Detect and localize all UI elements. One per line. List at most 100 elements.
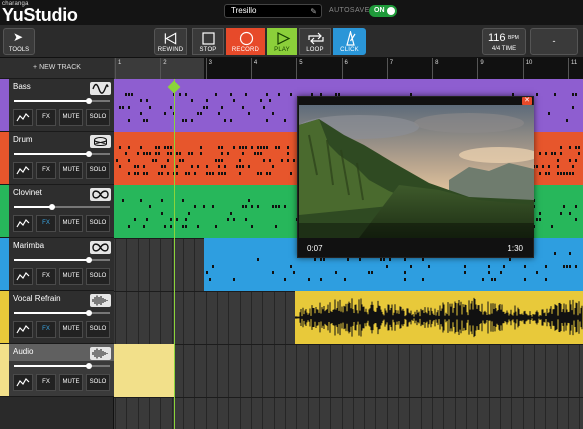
mute-button[interactable]: MUTE xyxy=(59,215,83,232)
loop-icon[interactable] xyxy=(90,188,111,201)
video-frame[interactable] xyxy=(299,105,534,238)
volume-slider[interactable] xyxy=(14,151,110,157)
volume-slider[interactable] xyxy=(14,98,110,104)
close-video-button[interactable]: ✕ xyxy=(522,97,532,105)
cursor-icon: ➤ xyxy=(13,30,24,44)
bar-ruler[interactable]: 1 2 3 4 5 6 7 8 9 10 11 xyxy=(114,58,583,79)
automation-button[interactable] xyxy=(13,321,33,338)
record-button[interactable]: RECORD xyxy=(226,28,265,55)
stop-button[interactable]: STOP xyxy=(192,28,224,55)
volume-slider[interactable] xyxy=(14,204,110,210)
track-row[interactable]: Audio FX MUTE SOLO xyxy=(0,344,114,397)
bar-marker xyxy=(568,58,569,79)
audio-wave-icon[interactable] xyxy=(90,294,111,307)
automation-button[interactable] xyxy=(13,109,33,126)
automation-button[interactable] xyxy=(13,215,33,232)
track-color-strip xyxy=(0,238,9,290)
bar-marker xyxy=(115,58,116,79)
autosave-label: AUTOSAVE xyxy=(329,7,370,14)
fx-button[interactable]: FX xyxy=(36,374,56,391)
loop-icon[interactable] xyxy=(90,241,111,254)
automation-button[interactable] xyxy=(13,268,33,285)
track-name[interactable]: Vocal Refrain xyxy=(13,294,61,303)
track-color-strip xyxy=(0,185,9,237)
loop-label: LOOP xyxy=(306,47,324,53)
loop-icon xyxy=(308,32,324,45)
drum-icon[interactable] xyxy=(90,135,111,148)
bar-number: 10 xyxy=(525,60,533,66)
key-selector[interactable]: - xyxy=(530,28,578,55)
waveform-synth-icon[interactable] xyxy=(90,82,111,95)
solo-button[interactable]: SOLO xyxy=(86,374,110,391)
solo-button[interactable]: SOLO xyxy=(86,109,110,126)
bar-marker xyxy=(386,58,388,79)
volume-slider[interactable] xyxy=(14,257,110,263)
volume-slider[interactable] xyxy=(14,310,110,316)
project-title-field[interactable]: Tresillo ✎ xyxy=(224,4,322,18)
mute-button[interactable]: MUTE xyxy=(59,321,83,338)
track-color-strip xyxy=(0,79,9,131)
video-player-popup[interactable]: ✕ 0:07 1:30 xyxy=(297,96,534,258)
track-row[interactable]: Marimba FX MUTE SOLO xyxy=(0,238,114,291)
tempo-display[interactable]: 116 BPM 4/4 TIME xyxy=(482,28,526,55)
bar-marker xyxy=(522,58,524,79)
track-name[interactable]: Audio xyxy=(13,347,33,356)
rewind-button[interactable]: REWIND xyxy=(154,28,187,55)
autosave-toggle[interactable]: ON xyxy=(369,5,397,17)
track-name[interactable]: Clovinet xyxy=(13,188,42,197)
volume-knob[interactable] xyxy=(85,310,92,316)
key-value: - xyxy=(552,36,556,46)
bar-number: 8 xyxy=(435,60,439,66)
fx-button[interactable]: FX xyxy=(36,268,56,285)
project-title: Tresillo xyxy=(231,6,257,15)
lane-divider xyxy=(114,397,583,398)
volume-knob[interactable] xyxy=(85,98,92,104)
solo-button[interactable]: SOLO xyxy=(86,162,110,179)
mute-button[interactable]: MUTE xyxy=(59,374,83,391)
automation-button[interactable] xyxy=(13,374,33,391)
volume-knob[interactable] xyxy=(85,257,92,263)
mute-button[interactable]: MUTE xyxy=(59,162,83,179)
mute-button[interactable]: MUTE xyxy=(59,268,83,285)
solo-button[interactable]: SOLO xyxy=(86,321,110,338)
new-track-button[interactable]: + NEW TRACK xyxy=(0,58,114,79)
track-row[interactable]: Clovinet FX MUTE SOLO xyxy=(0,185,114,238)
fx-button[interactable]: FX xyxy=(36,215,56,232)
volume-slider[interactable] xyxy=(14,363,110,369)
fx-button[interactable]: FX xyxy=(36,162,56,179)
time-signature: 4/4 TIME xyxy=(491,46,517,52)
tools-button[interactable]: ➤ TOOLS xyxy=(3,28,35,55)
track-clip[interactable] xyxy=(114,344,174,397)
volume-knob[interactable] xyxy=(85,151,92,157)
solo-button[interactable]: SOLO xyxy=(86,215,110,232)
click-metronome-button[interactable]: CLICK xyxy=(333,28,366,55)
play-button[interactable]: PLAY xyxy=(267,28,297,55)
track-clip[interactable] xyxy=(295,291,583,344)
track-row[interactable]: Vocal Refrain FX MUTE SOLO xyxy=(0,291,114,344)
yustudio-app: charanga YuStudio Tresillo ✎ AUTOSAVE ON… xyxy=(0,0,583,429)
volume-knob[interactable] xyxy=(85,363,92,369)
volume-knob[interactable] xyxy=(49,204,56,210)
volume-fill xyxy=(14,312,89,314)
track-name[interactable]: Marimba xyxy=(13,241,44,250)
track-row[interactable]: Drum FX MUTE SOLO xyxy=(0,132,114,185)
bar-number: 5 xyxy=(299,60,303,66)
track-name[interactable]: Drum xyxy=(13,135,33,144)
loop-region[interactable] xyxy=(114,58,204,79)
bar-number: 11 xyxy=(571,60,578,66)
bar-number: 4 xyxy=(253,60,258,66)
autosave-toggle-label: ON xyxy=(374,7,385,14)
track-name[interactable]: Bass xyxy=(13,82,31,91)
pencil-icon[interactable]: ✎ xyxy=(310,6,317,18)
lane-divider xyxy=(114,344,583,345)
track-row[interactable]: Bass FX MUTE SOLO xyxy=(0,79,114,132)
fx-button[interactable]: FX xyxy=(36,109,56,126)
mute-button[interactable]: MUTE xyxy=(59,109,83,126)
solo-button[interactable]: SOLO xyxy=(86,268,110,285)
fx-button[interactable]: FX xyxy=(36,321,56,338)
automation-button[interactable] xyxy=(13,162,33,179)
mountain-landscape-image xyxy=(299,105,534,238)
loop-button[interactable]: LOOP xyxy=(299,28,331,55)
stop-icon xyxy=(202,32,215,45)
audio-wave-icon[interactable] xyxy=(90,347,111,360)
